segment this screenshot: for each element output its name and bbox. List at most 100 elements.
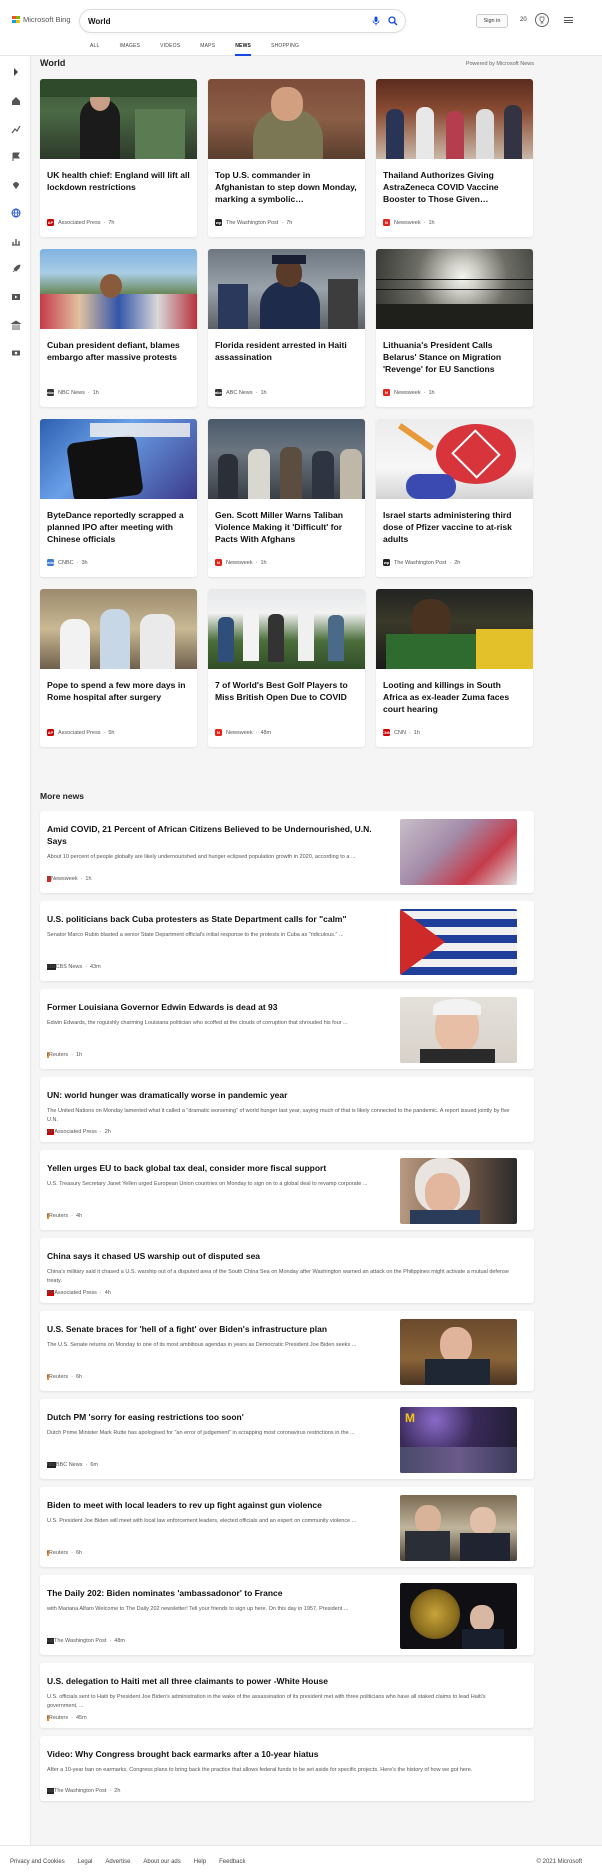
footer-link-help[interactable]: Help: [194, 1859, 206, 1865]
card-source[interactable]: N Newsweek · 1h: [383, 389, 435, 396]
row-title[interactable]: Amid COVID, 21 Percent of African Citize…: [47, 823, 392, 847]
row-title[interactable]: Biden to meet with local leaders to rev …: [47, 1499, 392, 1511]
politics-building-icon[interactable]: [9, 318, 22, 331]
card-title[interactable]: Lithuania's President Calls Belarus' Sta…: [383, 339, 526, 375]
card-source[interactable]: N Newsweek · 48m: [215, 729, 271, 736]
row-source[interactable]: AP Associated Press · 4h: [47, 1290, 111, 1296]
news-card[interactable]: Lithuania's President Calls Belarus' Sta…: [376, 249, 533, 407]
footer-link-about-ads[interactable]: About our ads: [143, 1859, 180, 1865]
news-card[interactable]: Thailand Authorizes Giving AstraZeneca C…: [376, 79, 533, 237]
row-title[interactable]: The Daily 202: Biden nominates 'ambassad…: [47, 1587, 392, 1599]
card-source[interactable]: N Newsweek · 1h: [383, 219, 435, 226]
card-title[interactable]: Florida resident arrested in Haiti assas…: [215, 339, 358, 363]
card-title[interactable]: Cuban president defiant, blames embargo …: [47, 339, 190, 363]
search-input[interactable]: [88, 16, 358, 26]
news-card[interactable]: Florida resident arrested in Haiti assas…: [208, 249, 365, 407]
card-title[interactable]: Thailand Authorizes Giving AstraZeneca C…: [383, 169, 526, 205]
row-title[interactable]: China says it chased US warship out of d…: [47, 1250, 517, 1262]
card-source[interactable]: wp The Washington Post · 7h: [215, 219, 292, 226]
business-chart-icon[interactable]: [9, 234, 22, 247]
card-source[interactable]: wp The Washington Post · 2h: [383, 559, 460, 566]
row-source[interactable]: wp The Washington Post · 48m: [47, 1638, 125, 1644]
row-title[interactable]: UN: world hunger was dramatically worse …: [47, 1089, 517, 1101]
powered-by-text[interactable]: Powered by Microsoft News: [466, 61, 534, 67]
search-box[interactable]: [80, 10, 405, 32]
bing-logo[interactable]: Microsoft Bing: [12, 15, 71, 24]
news-card[interactable]: Pope to spend a few more days in Rome ho…: [40, 589, 197, 747]
news-list-item[interactable]: China says it chased US warship out of d…: [40, 1238, 534, 1303]
news-list-item[interactable]: The Daily 202: Biden nominates 'ambassad…: [40, 1575, 534, 1655]
trending-icon[interactable]: [9, 122, 22, 135]
globe-icon[interactable]: [9, 206, 22, 219]
row-source[interactable]: r Reuters · 45m: [47, 1715, 87, 1721]
row-source[interactable]: cbs CBS News · 43m: [47, 964, 101, 970]
tab-maps[interactable]: MAPS: [200, 43, 215, 56]
news-card[interactable]: Top U.S. commander in Afghanistan to ste…: [208, 79, 365, 237]
card-source[interactable]: AP Associated Press · 7h: [47, 219, 114, 226]
card-source[interactable]: N Newsweek · 1h: [215, 559, 267, 566]
news-card[interactable]: ByteDance reportedly scrapped a planned …: [40, 419, 197, 577]
news-list-item[interactable]: Amid COVID, 21 Percent of African Citize…: [40, 811, 534, 893]
rewards-trophy-icon[interactable]: [535, 13, 549, 27]
footer-link-advertise[interactable]: Advertise: [105, 1859, 130, 1865]
card-source[interactable]: AP Associated Press · 5h: [47, 729, 114, 736]
row-title[interactable]: Former Louisiana Governor Edwin Edwards …: [47, 1001, 392, 1013]
location-pin-icon[interactable]: [9, 178, 22, 191]
row-source[interactable]: bbc BBC News · 6m: [47, 1462, 98, 1468]
news-card[interactable]: UK health chief: England will lift all l…: [40, 79, 197, 237]
news-list-item[interactable]: Video: Why Congress brought back earmark…: [40, 1736, 534, 1801]
card-title[interactable]: Top U.S. commander in Afghanistan to ste…: [215, 169, 358, 205]
search-icon[interactable]: [386, 14, 400, 28]
card-source[interactable]: cnbc CNBC · 3h: [46, 559, 88, 566]
row-title[interactable]: U.S. politicians back Cuba protesters as…: [47, 913, 392, 925]
row-title[interactable]: U.S. delegation to Haiti met all three c…: [47, 1675, 517, 1687]
news-card[interactable]: Cuban president defiant, blames embargo …: [40, 249, 197, 407]
flag-icon[interactable]: [9, 150, 22, 163]
row-source[interactable]: r Reuters · 6h: [47, 1550, 82, 1556]
news-list-item[interactable]: U.S. politicians back Cuba protesters as…: [40, 901, 534, 981]
row-title[interactable]: U.S. Senate braces for 'hell of a fight'…: [47, 1323, 392, 1335]
card-title[interactable]: Pope to spend a few more days in Rome ho…: [47, 679, 190, 703]
science-rocket-icon[interactable]: [9, 262, 22, 275]
news-card[interactable]: Gen. Scott Miller Warns Taliban Violence…: [208, 419, 365, 577]
news-list-item[interactable]: UN: world hunger was dramatically worse …: [40, 1077, 534, 1142]
row-source[interactable]: r Reuters · 4h: [47, 1213, 82, 1219]
card-title[interactable]: Gen. Scott Miller Warns Taliban Violence…: [215, 509, 358, 545]
hamburger-menu-icon[interactable]: [564, 15, 573, 24]
entertainment-icon[interactable]: [9, 290, 22, 303]
news-card[interactable]: Israel starts administering third dose o…: [376, 419, 533, 577]
money-icon[interactable]: [9, 346, 22, 359]
row-source[interactable]: wp The Washington Post · 2h: [47, 1788, 120, 1794]
home-icon[interactable]: [9, 94, 22, 107]
sign-in-button[interactable]: Sign in: [476, 14, 508, 28]
tab-all[interactable]: ALL: [90, 43, 100, 56]
news-list-item[interactable]: U.S. delegation to Haiti met all three c…: [40, 1663, 534, 1728]
news-list-item[interactable]: Dutch PM 'sorry for easing restrictions …: [40, 1399, 534, 1479]
microphone-icon[interactable]: [369, 14, 383, 28]
row-source[interactable]: r Reuters · 6h: [47, 1374, 82, 1380]
news-card[interactable]: 7 of World's Best Golf Players to Miss B…: [208, 589, 365, 747]
tab-news[interactable]: NEWS: [235, 43, 252, 56]
news-list-item[interactable]: Yellen urges EU to back global tax deal,…: [40, 1150, 534, 1230]
news-list-item[interactable]: Biden to meet with local leaders to rev …: [40, 1487, 534, 1567]
tab-shopping[interactable]: SHOPPING: [271, 43, 299, 56]
card-title[interactable]: Looting and killings in South Africa as …: [383, 679, 526, 715]
news-list-item[interactable]: U.S. Senate braces for 'hell of a fight'…: [40, 1311, 534, 1391]
news-card[interactable]: Looting and killings in South Africa as …: [376, 589, 533, 747]
footer-link-privacy[interactable]: Privacy and Cookies: [10, 1859, 65, 1865]
row-source[interactable]: N Newsweek · 1h: [47, 876, 92, 882]
card-source[interactable]: abc ABC News · 1h: [215, 389, 267, 396]
row-title[interactable]: Yellen urges EU to back global tax deal,…: [47, 1162, 392, 1174]
row-title[interactable]: Dutch PM 'sorry for easing restrictions …: [47, 1411, 392, 1423]
card-title[interactable]: Israel starts administering third dose o…: [383, 509, 526, 545]
card-title[interactable]: ByteDance reportedly scrapped a planned …: [47, 509, 190, 545]
card-title[interactable]: UK health chief: England will lift all l…: [47, 169, 190, 193]
footer-link-legal[interactable]: Legal: [78, 1859, 93, 1865]
card-source[interactable]: CNN CNN · 1h: [382, 729, 420, 736]
news-list-item[interactable]: Former Louisiana Governor Edwin Edwards …: [40, 989, 534, 1069]
row-title[interactable]: Video: Why Congress brought back earmark…: [47, 1748, 517, 1760]
tab-videos[interactable]: VIDEOS: [160, 43, 180, 56]
row-source[interactable]: AP Associated Press · 2h: [47, 1129, 111, 1135]
card-title[interactable]: 7 of World's Best Golf Players to Miss B…: [215, 679, 358, 703]
footer-link-feedback[interactable]: Feedback: [219, 1859, 245, 1865]
